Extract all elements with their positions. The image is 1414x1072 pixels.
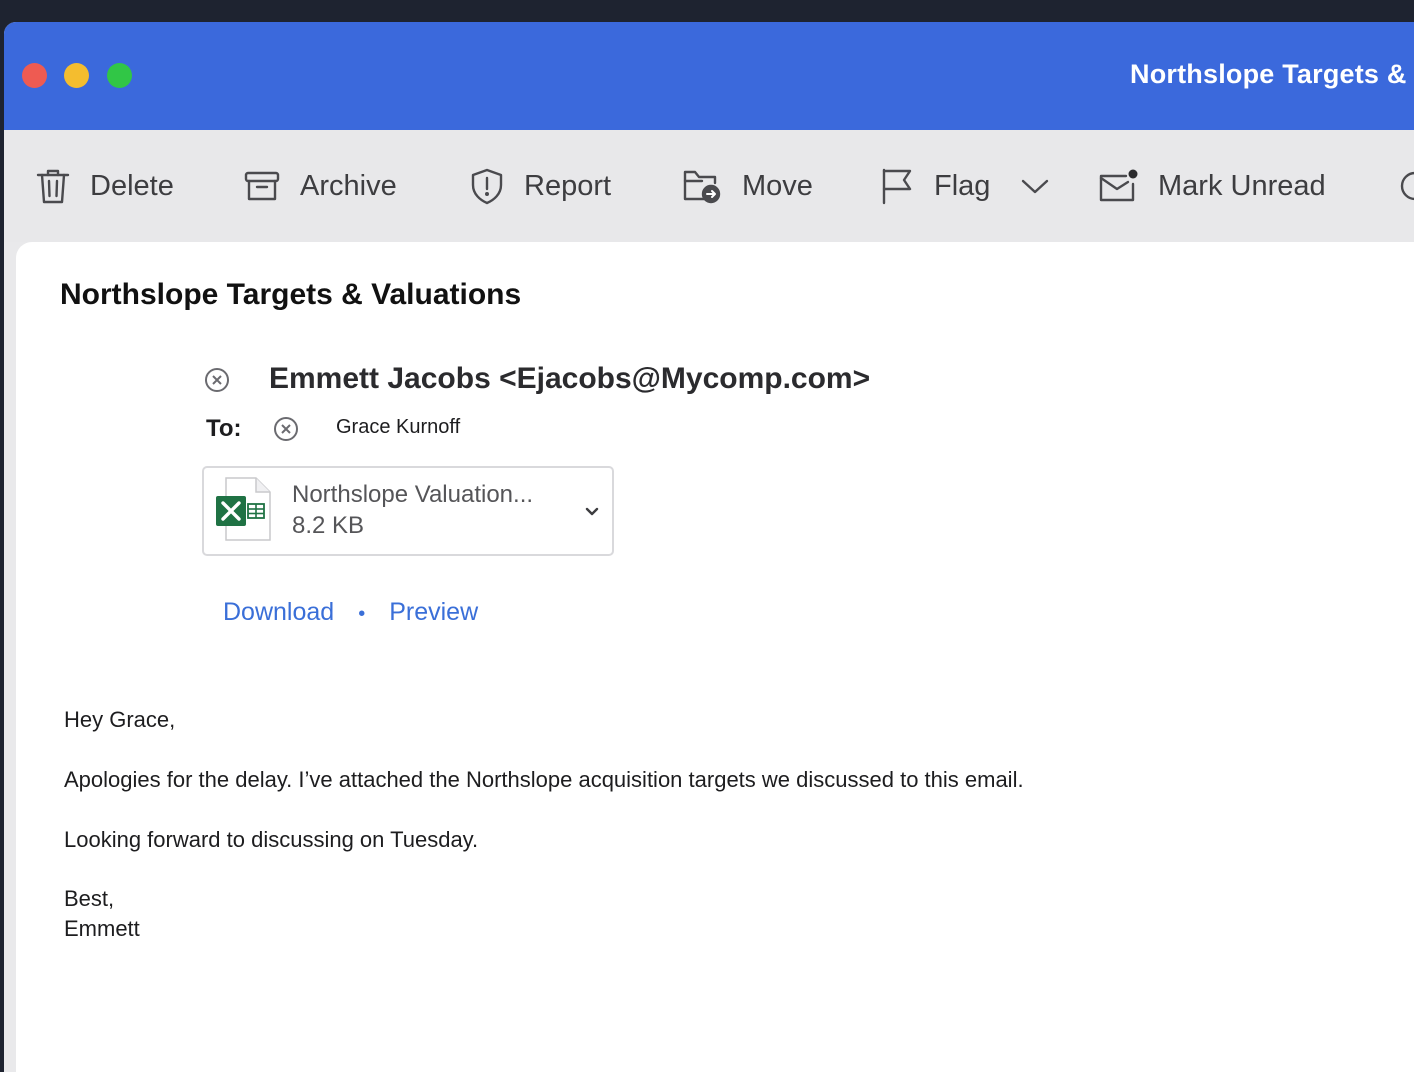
sender-address[interactable]: Emmett Jacobs <Ejacobs@Mycomp.com>	[269, 362, 870, 396]
flag-icon	[880, 167, 914, 205]
download-link[interactable]: Download	[223, 598, 334, 626]
recipient-name[interactable]: Grace Kurnoff	[336, 416, 460, 439]
window-title: Northslope Targets &	[1130, 59, 1407, 89]
body-paragraph-2: Looking forward to discussing on Tuesday…	[64, 827, 479, 852]
link-separator: •	[358, 603, 366, 625]
body-signoff: Best,	[64, 886, 115, 911]
zoom-window-button[interactable]	[107, 63, 132, 88]
mark-unread-label: Mark Unread	[1158, 169, 1326, 202]
body-signature: Emmett	[64, 916, 140, 941]
excel-file-icon	[214, 476, 274, 549]
mark-unread-button[interactable]: Mark Unread	[1098, 164, 1326, 208]
attachment-size: 8.2 KB	[292, 512, 365, 539]
message-subject: Northslope Targets & Valuations	[60, 278, 522, 311]
attachment-name: Northslope Valuation...	[292, 481, 534, 508]
archive-box-icon	[244, 169, 280, 203]
minimize-window-button[interactable]	[64, 63, 89, 88]
to-label: To:	[206, 415, 242, 442]
folder-move-icon	[682, 167, 722, 205]
archive-button[interactable]: Archive	[244, 164, 397, 208]
title-bar: Northslope Targets &	[4, 22, 1414, 130]
flag-button[interactable]: Flag	[880, 164, 990, 208]
more-icon	[1398, 167, 1414, 205]
delete-button[interactable]: Delete	[36, 164, 174, 208]
report-button[interactable]: Report	[470, 164, 611, 208]
report-label: Report	[524, 169, 612, 202]
move-button[interactable]: Move	[682, 164, 813, 208]
move-label: Move	[742, 169, 813, 202]
body-greeting: Hey Grace,	[64, 707, 176, 732]
envelope-dot-icon	[1098, 168, 1138, 204]
delete-label: Delete	[90, 169, 174, 202]
attachment-card[interactable]: Northslope Valuation... 8.2 KB	[202, 466, 614, 556]
flag-menu-button[interactable]	[1020, 164, 1050, 208]
archive-label: Archive	[300, 169, 397, 202]
body-paragraph-1: Apologies for the delay. I’ve attached t…	[64, 767, 1024, 792]
more-button[interactable]	[1398, 164, 1414, 208]
chevron-down-icon[interactable]	[584, 505, 600, 523]
chevron-down-icon	[1020, 176, 1050, 196]
preview-link[interactable]: Preview	[389, 598, 478, 626]
toolbar: Delete Archive Report Move Flag Mark Unr…	[4, 130, 1414, 242]
flag-label: Flag	[934, 169, 991, 202]
message-pane: Northslope Targets & Valuations Emmett J…	[16, 242, 1414, 1072]
trash-icon	[36, 167, 70, 205]
close-circle-icon[interactable]	[204, 367, 230, 398]
close-window-button[interactable]	[22, 63, 47, 88]
mail-window: Northslope Targets & Delete Archive Repo…	[4, 22, 1414, 1072]
close-circle-icon[interactable]	[273, 416, 299, 447]
shield-icon	[470, 167, 504, 205]
attachment-actions: Download • Preview	[223, 598, 478, 627]
